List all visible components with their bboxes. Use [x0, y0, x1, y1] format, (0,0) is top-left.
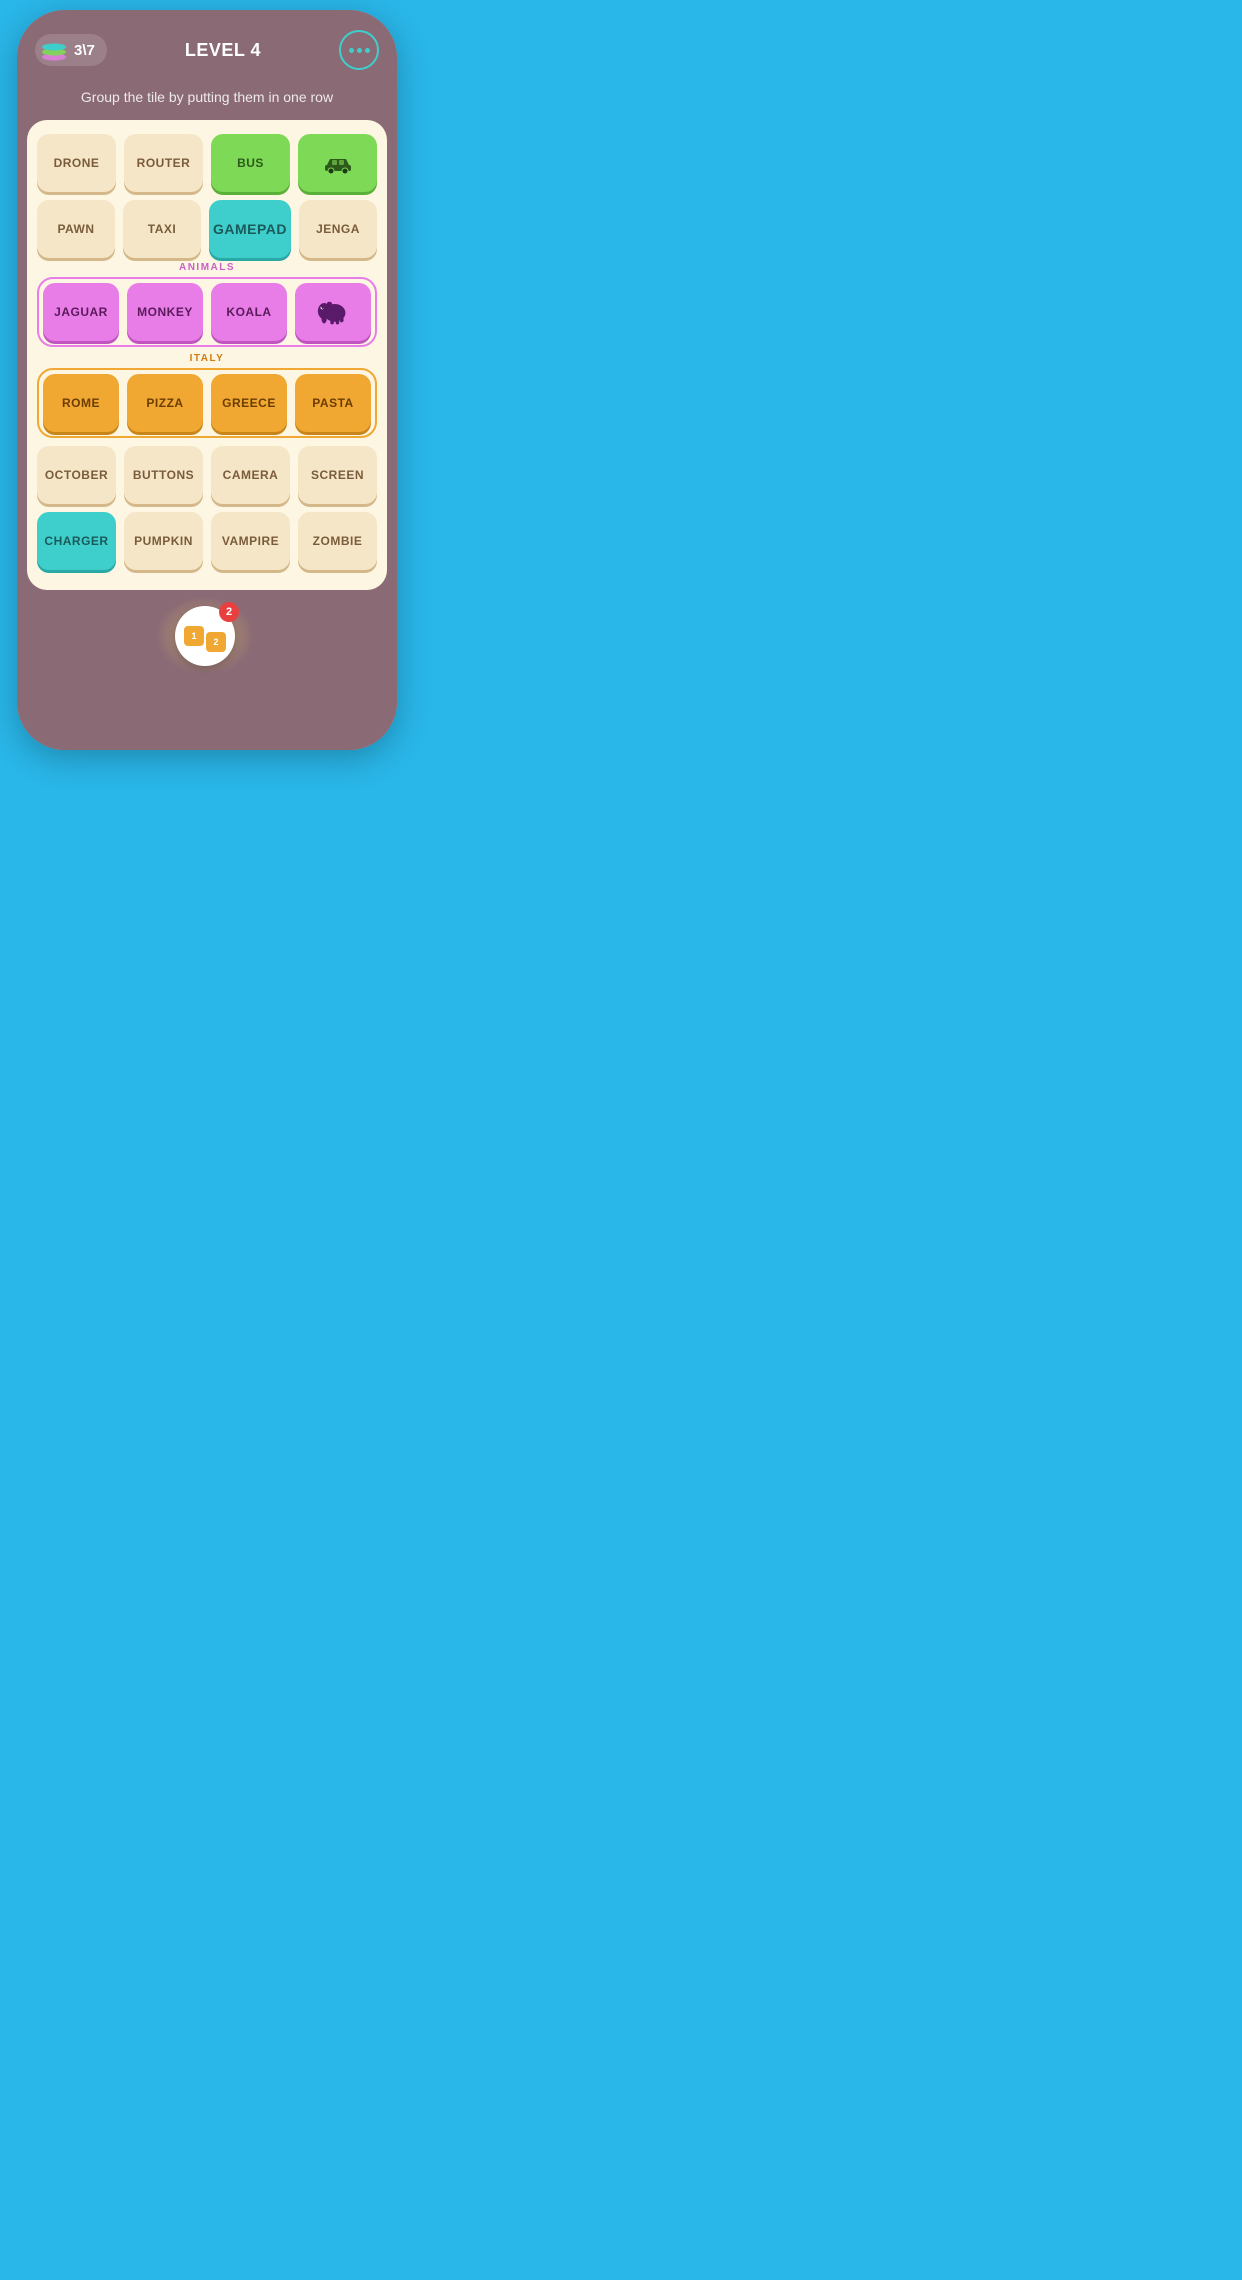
tile-car[interactable] [298, 134, 377, 192]
layers-icon [40, 39, 68, 61]
tile-october[interactable]: OCTOBER [37, 446, 116, 504]
hint-count-badge: 2 [219, 602, 239, 622]
tile-pasta[interactable]: PASTA [295, 374, 371, 432]
score-badge: 3\7 [35, 34, 107, 66]
tile-koala[interactable]: KOALA [211, 283, 287, 341]
tile-screen[interactable]: SCREEN [298, 446, 377, 504]
tile-charger[interactable]: CHARGER [37, 512, 116, 570]
app-container: 3\7 LEVEL 4 Group the tile by putting th… [17, 10, 397, 750]
tile-router[interactable]: ROUTER [124, 134, 203, 192]
tile-row-6: CHARGER PUMPKIN VAMPIRE ZOMBIE [37, 512, 377, 570]
tile-jenga[interactable]: JENGA [299, 200, 377, 258]
score-display: 3\7 [74, 42, 95, 59]
tile-camera[interactable]: CAMERA [211, 446, 290, 504]
car-icon [322, 151, 354, 175]
tile-rome[interactable]: ROME [43, 374, 119, 432]
tile-greece[interactable]: GREECE [211, 374, 287, 432]
three-dots-icon [349, 48, 370, 53]
tile-bus[interactable]: BUS [211, 134, 290, 192]
menu-button[interactable] [339, 30, 379, 70]
header: 3\7 LEVEL 4 [17, 10, 397, 80]
tile-gamepad[interactable]: GAMEPAD [209, 200, 291, 258]
tile-pumpkin[interactable]: PUMPKIN [124, 512, 203, 570]
italy-group: ITALY ROME PIZZA GREECE PASTA [37, 353, 377, 438]
tile-monkey[interactable]: MONKEY [127, 283, 203, 341]
tile-jaguar[interactable]: JAGUAR [43, 283, 119, 341]
level-title: LEVEL 4 [185, 40, 261, 61]
elephant-icon [317, 298, 349, 326]
hint-button[interactable]: 1 2 2 [175, 606, 239, 670]
tile-taxi[interactable]: TAXI [123, 200, 201, 258]
subtitle-text: Group the tile by putting them in one ro… [17, 80, 397, 120]
hint-circle: 1 2 2 [175, 606, 235, 666]
bottom-area: 1 2 2 [17, 590, 397, 750]
tile-buttons[interactable]: BUTTONS [124, 446, 203, 504]
hint-tile-1: 1 [184, 626, 204, 646]
italy-label: ITALY [37, 353, 377, 364]
tile-drone[interactable]: DRONE [37, 134, 116, 192]
hint-tile-2: 2 [206, 632, 226, 652]
tile-pawn[interactable]: PAWN [37, 200, 115, 258]
tile-row-5: OCTOBER BUTTONS CAMERA SCREEN [37, 446, 377, 504]
tile-zombie[interactable]: ZOMBIE [298, 512, 377, 570]
game-board: DRONE ROUTER BUS PAWN TAXI [27, 120, 387, 590]
animals-label: ANIMALS [37, 262, 377, 273]
tile-elephant[interactable] [295, 283, 371, 341]
tile-vampire[interactable]: VAMPIRE [211, 512, 290, 570]
tile-row-1: DRONE ROUTER BUS [37, 134, 377, 192]
phone-frame: 3\7 LEVEL 4 Group the tile by putting th… [17, 10, 397, 750]
tile-pizza[interactable]: PIZZA [127, 374, 203, 432]
animals-tiles: JAGUAR MONKEY KOALA [37, 277, 377, 347]
tile-row-2: PAWN TAXI GAMEPAD JENGA [37, 200, 377, 258]
hint-tiles-icon: 1 2 [184, 626, 226, 646]
italy-tiles: ROME PIZZA GREECE PASTA [37, 368, 377, 438]
animals-group: ANIMALS JAGUAR MONKEY KOALA [37, 262, 377, 347]
